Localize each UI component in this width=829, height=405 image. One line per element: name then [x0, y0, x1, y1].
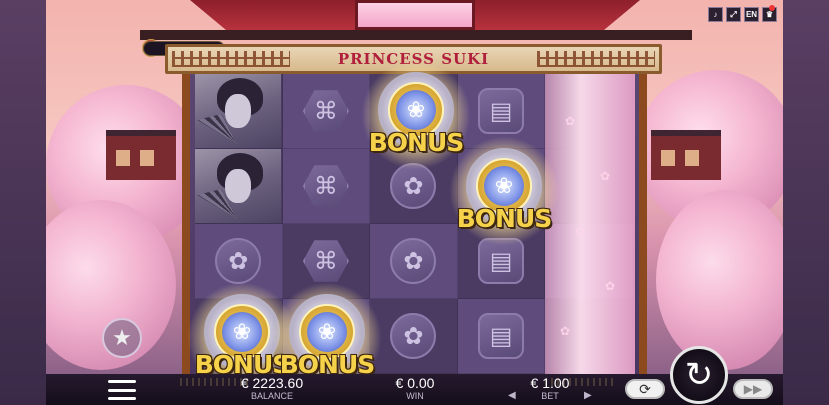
bet-increase-icon[interactable]: ▶: [584, 390, 592, 401]
reel-cell: ✿: [370, 299, 458, 374]
knot-hex-symbol: ⌘: [302, 165, 349, 207]
knot-hex-symbol: ⌘: [302, 90, 349, 132]
knot-hex-symbol: ⌘: [302, 240, 349, 282]
lotus-icon: ❀: [307, 312, 347, 352]
autoplay-icon: ⟳: [639, 380, 651, 397]
flower-circle-symbol: ✿: [215, 238, 262, 284]
lattice-left: [172, 51, 290, 67]
pagoda-beam: [140, 30, 692, 40]
speaker-icon[interactable]: ♪: [708, 7, 723, 22]
turbo-button[interactable]: ▶▶: [733, 379, 773, 399]
top-controls: ♪ ⤢ EN ♛: [708, 7, 777, 22]
right-letterbox: [783, 0, 829, 405]
notification-badge: [769, 5, 775, 11]
flower-circle-symbol: ✿: [390, 238, 437, 284]
flower-circle-symbol: ✿: [390, 313, 437, 359]
reel-cell: ⌘: [282, 149, 371, 224]
cherry-tree-right-low: [656, 190, 783, 370]
bet-label: BET: [541, 391, 559, 401]
spin-button[interactable]: ↻: [670, 346, 728, 404]
star-icon: ★: [112, 325, 132, 350]
language-button[interactable]: EN: [744, 7, 759, 22]
reel-cell: ✿: [370, 224, 458, 299]
reel-cell: ▤: [457, 299, 546, 374]
reel-cell: [195, 74, 283, 149]
fullscreen-icon[interactable]: ⤢: [726, 7, 741, 22]
lantern-square-symbol: ▤: [478, 88, 525, 134]
reel-cell: ⌘: [282, 74, 371, 149]
balance-label: BALANCE: [250, 391, 294, 401]
win-label: WIN: [406, 391, 424, 401]
right-house: [651, 130, 721, 180]
lotus-icon: ❀: [396, 90, 436, 130]
win-display: € 0.00 WIN: [380, 375, 450, 402]
autoplay-button[interactable]: ⟳: [625, 379, 665, 399]
bet-value: € 1.00: [530, 375, 570, 391]
fast-forward-icon: ▶▶: [743, 382, 763, 396]
lantern-square-symbol: ▤: [478, 313, 525, 359]
win-value: € 0.00: [395, 375, 435, 391]
pagoda-window: [355, 0, 475, 30]
balance-display: € 2223.60 BALANCE: [232, 375, 312, 402]
reel-cell: [195, 149, 283, 224]
spin-icon: ↻: [684, 356, 714, 394]
bonus-symbol: ❀ BONUS: [449, 136, 559, 246]
favorite-star-button[interactable]: ★: [102, 318, 142, 358]
lattice-right: [537, 51, 655, 67]
lotus-icon: ❀: [484, 166, 524, 206]
geisha-symbol: [195, 149, 282, 223]
lotus-icon: ❀: [222, 312, 262, 352]
bet-display: € 1.00 BET: [520, 375, 580, 402]
menu-button[interactable]: [108, 380, 136, 400]
geisha-symbol: [195, 74, 282, 148]
left-letterbox: [0, 0, 46, 405]
bet-decrease-icon[interactable]: ◀: [508, 390, 516, 401]
left-house: [106, 130, 176, 180]
balance-value: € 2223.60: [240, 375, 304, 391]
